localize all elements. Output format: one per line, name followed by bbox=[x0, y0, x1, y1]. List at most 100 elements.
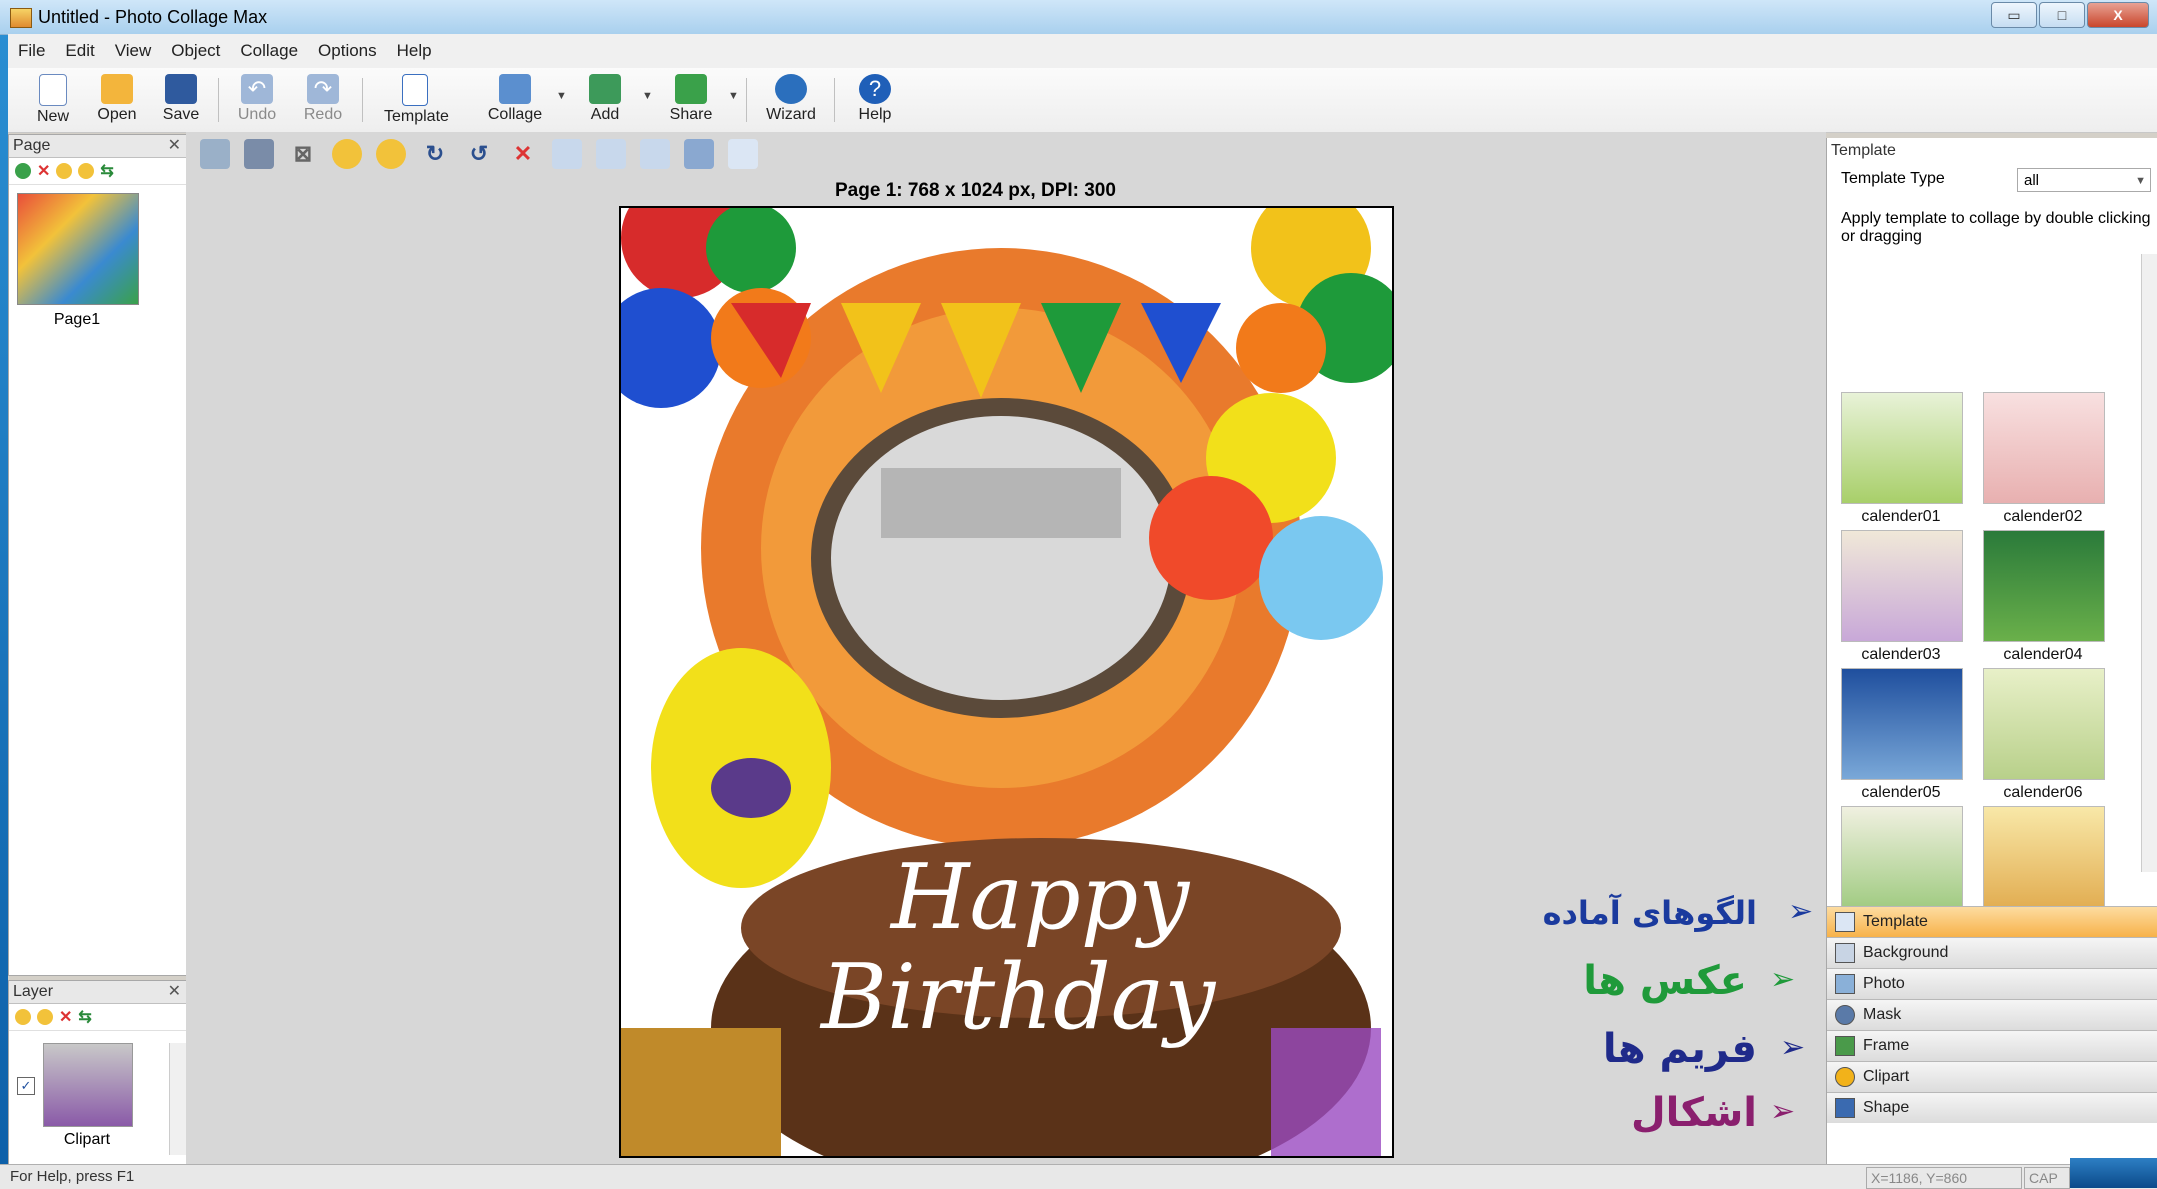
menu-collage[interactable]: Collage bbox=[230, 41, 308, 61]
chevron-down-icon: ▼ bbox=[2135, 175, 2146, 187]
collage-label: Collage bbox=[487, 106, 543, 123]
mask-icon bbox=[1835, 1005, 1855, 1025]
open-folder-icon bbox=[101, 74, 133, 104]
share-button[interactable]: Share bbox=[660, 72, 722, 130]
template-thumbnail bbox=[1841, 668, 1963, 780]
category-background[interactable]: Background bbox=[1827, 937, 2157, 968]
help-button[interactable]: ? Help bbox=[844, 72, 906, 130]
template-thumbnail bbox=[1983, 806, 2105, 918]
page-thumbnail[interactable] bbox=[17, 193, 139, 305]
crop-icon[interactable] bbox=[244, 139, 274, 169]
menu-view[interactable]: View bbox=[105, 41, 162, 61]
layer-visibility-checkbox[interactable]: ✓ bbox=[17, 1077, 35, 1095]
add-label: Add bbox=[590, 106, 620, 123]
size-icon[interactable] bbox=[640, 139, 670, 169]
template-item[interactable]: calender06 bbox=[1983, 668, 2105, 802]
toolbar-separator bbox=[746, 78, 747, 122]
move-up-icon[interactable] bbox=[56, 163, 73, 179]
layer-panel-title: Layer bbox=[13, 983, 54, 1000]
canvas-toolbar: ⊠ ↻ ↺ ✕ bbox=[200, 136, 758, 172]
menu-file[interactable]: File bbox=[8, 41, 55, 61]
close-button[interactable]: X bbox=[2087, 2, 2149, 28]
template-item[interactable]: calender03 bbox=[1841, 530, 1963, 664]
minimize-button[interactable]: ▭ bbox=[1991, 2, 2037, 28]
template-thumbnail bbox=[1841, 392, 1963, 504]
template-item[interactable]: calender05 bbox=[1841, 668, 1963, 802]
menu-help[interactable]: Help bbox=[387, 41, 442, 61]
swap-layer-icon[interactable]: ⇆ bbox=[78, 1007, 91, 1027]
swap-page-icon[interactable]: ⇆ bbox=[100, 161, 113, 181]
wizard-button[interactable]: Wizard bbox=[760, 72, 822, 130]
page-thumbnail-label: Page1 bbox=[53, 311, 101, 328]
undo-button[interactable]: ↶ Undo bbox=[226, 72, 288, 130]
layer-scrollbar[interactable] bbox=[169, 1043, 186, 1155]
app-icon bbox=[10, 8, 32, 28]
menu-options[interactable]: Options bbox=[308, 41, 387, 61]
new-file-icon bbox=[39, 74, 67, 106]
template-scrollbar[interactable] bbox=[2141, 254, 2157, 872]
collage-page[interactable]: Happy Birthday bbox=[619, 206, 1394, 1158]
collage-dropdown-icon[interactable]: ▼ bbox=[556, 90, 567, 102]
svg-text:Happy: Happy bbox=[889, 845, 1190, 950]
category-label: Background bbox=[1863, 944, 1949, 961]
new-button[interactable]: New bbox=[22, 72, 84, 130]
template-panel: Template Template Type all ▼ Apply templ… bbox=[1826, 138, 2157, 1164]
template-thumbnail bbox=[1983, 530, 2105, 642]
template-item[interactable]: calender02 bbox=[1983, 392, 2105, 526]
add-dropdown-icon[interactable]: ▼ bbox=[642, 90, 653, 102]
category-photo[interactable]: Photo bbox=[1827, 968, 2157, 999]
toolbar-separator bbox=[218, 78, 219, 122]
redo-label: Redo bbox=[303, 106, 343, 123]
template-item[interactable]: calender01 bbox=[1841, 392, 1963, 526]
category-shape[interactable]: Shape bbox=[1827, 1092, 2157, 1123]
layer-down-icon[interactable] bbox=[37, 1009, 53, 1025]
menu-edit[interactable]: Edit bbox=[55, 41, 104, 61]
frame-icon bbox=[1835, 1036, 1855, 1056]
crop-frame-icon[interactable]: ⊠ bbox=[288, 139, 318, 169]
category-frame[interactable]: Frame bbox=[1827, 1030, 2157, 1061]
maximize-button[interactable]: □ bbox=[2039, 2, 2085, 28]
image-edit-icon[interactable] bbox=[684, 139, 714, 169]
open-button[interactable]: Open bbox=[86, 72, 148, 130]
properties-icon[interactable] bbox=[728, 139, 758, 169]
category-template[interactable]: Template bbox=[1827, 906, 2157, 937]
svg-text:Birthday: Birthday bbox=[819, 945, 1216, 1050]
add-button[interactable]: Add bbox=[574, 72, 636, 130]
template-label: calender01 bbox=[1861, 508, 1941, 525]
rotate-right-icon[interactable]: ↻ bbox=[420, 139, 450, 169]
delete-layer-icon[interactable]: ✕ bbox=[59, 1007, 72, 1027]
layer-up-icon[interactable] bbox=[15, 1009, 31, 1025]
delete-page-icon[interactable]: ✕ bbox=[37, 161, 50, 181]
birthday-collage-image: Happy Birthday bbox=[621, 208, 1392, 1156]
annotation-shapes: اشکال bbox=[1630, 1090, 1757, 1136]
layer-panel-close-button[interactable]: ✕ bbox=[168, 981, 181, 1003]
move-down-icon[interactable] bbox=[78, 163, 95, 179]
redo-button[interactable]: ↷ Redo bbox=[292, 72, 354, 130]
category-label: Mask bbox=[1863, 1006, 1902, 1023]
page-panel-close-button[interactable]: ✕ bbox=[168, 135, 181, 157]
distribute-icon[interactable] bbox=[596, 139, 626, 169]
save-floppy-icon bbox=[165, 74, 197, 104]
delete-icon[interactable]: ✕ bbox=[508, 139, 538, 169]
add-page-icon[interactable] bbox=[15, 163, 31, 179]
category-clipart[interactable]: Clipart bbox=[1827, 1061, 2157, 1092]
arrange-icon[interactable] bbox=[200, 139, 230, 169]
template-label: calender04 bbox=[2003, 646, 2083, 663]
rotate-left-icon[interactable]: ↺ bbox=[464, 139, 494, 169]
category-mask[interactable]: Mask bbox=[1827, 999, 2157, 1030]
save-button[interactable]: Save bbox=[150, 72, 212, 130]
bring-front-icon[interactable] bbox=[332, 139, 362, 169]
undo-label: Undo bbox=[237, 106, 277, 123]
template-type-select[interactable]: all ▼ bbox=[2017, 168, 2151, 192]
layer-thumbnail[interactable] bbox=[43, 1043, 133, 1127]
window-frame-left bbox=[0, 0, 8, 1188]
window-title: Untitled - Photo Collage Max bbox=[38, 7, 268, 27]
align-icon[interactable] bbox=[552, 139, 582, 169]
template-item[interactable]: calender04 bbox=[1983, 530, 2105, 664]
share-dropdown-icon[interactable]: ▼ bbox=[728, 90, 739, 102]
send-back-icon[interactable] bbox=[376, 139, 406, 169]
template-thumbnail bbox=[1983, 668, 2105, 780]
collage-button[interactable]: Collage bbox=[484, 72, 546, 130]
menu-object[interactable]: Object bbox=[161, 41, 230, 61]
template-button[interactable]: Template bbox=[384, 72, 449, 130]
